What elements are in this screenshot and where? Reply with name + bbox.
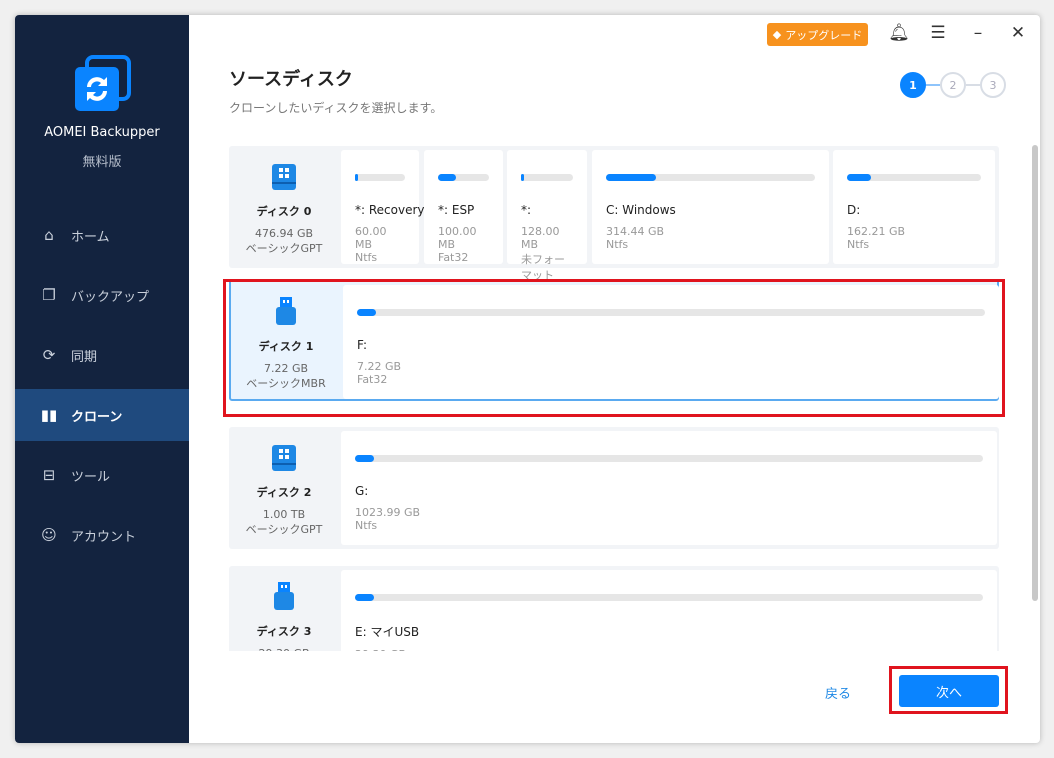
close-icon[interactable]: ✕ bbox=[1006, 23, 1030, 43]
sidebar: AOMEI Backupper 無料版 ⌂ ホーム ❐ バックアップ ⟳ 同期 ▮▮ ク… bbox=[15, 15, 189, 743]
partition-size: 60.00 MB bbox=[355, 225, 387, 251]
tools-icon: ⊟ bbox=[42, 466, 56, 484]
disk-info: ディスク 3 29.30 GB bbox=[229, 566, 339, 651]
partition-name: G: bbox=[355, 484, 369, 498]
partition-name: C: Windows bbox=[606, 203, 676, 217]
disk-row[interactable]: ディスク 3 29.30 GB E: マイUSB 29.30 GB bbox=[229, 566, 999, 651]
nav-label: アカウント bbox=[71, 529, 137, 545]
upgrade-label: アップグレード bbox=[785, 28, 863, 42]
usage-bar bbox=[355, 174, 405, 181]
back-button[interactable]: 戻る bbox=[825, 683, 851, 702]
disk-drive-icon bbox=[272, 164, 296, 190]
disk-row[interactable]: ディスク 2 1.00 TB ベーシックGPT G: 1023.99 GB Nt… bbox=[229, 427, 999, 549]
partition-size: 128.00 MB bbox=[521, 225, 560, 251]
usage-bar bbox=[355, 455, 983, 462]
partition-card[interactable]: G: 1023.99 GB Ntfs bbox=[341, 431, 997, 545]
partition-card[interactable]: D: 162.21 GB Ntfs bbox=[833, 150, 995, 264]
usage-bar bbox=[355, 594, 983, 601]
disk-info: ディスク 2 1.00 TB ベーシックGPT bbox=[229, 427, 339, 549]
sync-icon: ⟳ bbox=[42, 346, 56, 364]
app-logo-icon bbox=[75, 55, 131, 111]
disk-type: ベーシックGPT bbox=[245, 242, 323, 255]
nav-backup[interactable]: ❐ バックアップ bbox=[15, 269, 189, 321]
main-panel: ◆ アップグレード 🔔︎ ☰ – ✕ ソースディスク クローンしたいディスクを選択… bbox=[189, 15, 1040, 743]
nav-label: ホーム bbox=[71, 229, 110, 245]
partition-fs: Ntfs bbox=[847, 238, 870, 251]
upgrade-button[interactable]: ◆ アップグレード bbox=[767, 23, 868, 46]
partition-size: 314.44 GB bbox=[606, 225, 665, 238]
partition-size: 1023.99 GB bbox=[355, 506, 421, 519]
partition-fs: Fat32 bbox=[438, 251, 469, 264]
step-1: 1 bbox=[900, 72, 926, 98]
disk-row[interactable]: ディスク 0 476.94 GB ベーシックGPT *: Recovery 60… bbox=[229, 146, 999, 282]
disk-name: ディスク 0 bbox=[256, 205, 312, 218]
partition-size: 100.00 MB bbox=[438, 225, 477, 251]
nav-home[interactable]: ⌂ ホーム bbox=[15, 209, 189, 261]
disk-drive-icon bbox=[272, 445, 296, 471]
disk-name: ディスク 2 bbox=[256, 486, 312, 499]
menu-icon[interactable]: ☰ bbox=[926, 23, 950, 43]
disk-type: ベーシックGPT bbox=[245, 523, 323, 536]
partition-card[interactable]: *: ESP 100.00 MB Fat32 bbox=[424, 150, 503, 264]
partition-size: 162.21 GB bbox=[847, 225, 906, 238]
highlight-box bbox=[223, 279, 1005, 417]
disk-info: ディスク 0 476.94 GB ベーシックGPT bbox=[229, 146, 339, 268]
step-2: 2 bbox=[940, 72, 966, 98]
disk-size: 1.00 TB bbox=[262, 508, 306, 521]
nav-clone[interactable]: ▮▮ クローン bbox=[15, 389, 189, 441]
clone-icon: ▮▮ bbox=[40, 406, 58, 424]
partition-card[interactable]: *: Recovery 60.00 MB Ntfs bbox=[341, 150, 425, 264]
usb-drive-icon bbox=[274, 582, 294, 610]
usage-bar bbox=[521, 174, 573, 181]
usage-bar bbox=[847, 174, 981, 181]
partition-size: 29.30 GB bbox=[355, 648, 983, 651]
partition-fs: Ntfs bbox=[355, 519, 378, 532]
nav-account[interactable]: ☺ アカウント bbox=[15, 509, 189, 561]
partition-card[interactable]: *: 128.00 MB 未フォーマット bbox=[507, 150, 587, 282]
app-window: AOMEI Backupper 無料版 ⌂ ホーム ❐ バックアップ ⟳ 同期 ▮▮ ク… bbox=[15, 15, 1040, 743]
nav-sync[interactable]: ⟳ 同期 bbox=[15, 329, 189, 381]
nav-label: 同期 bbox=[71, 349, 98, 365]
backup-icon: ❐ bbox=[42, 286, 56, 304]
step-connector bbox=[926, 84, 940, 86]
partition-name: E: マイUSB bbox=[355, 625, 420, 639]
disk-name: ディスク 3 bbox=[256, 625, 312, 638]
partition-fs: Ntfs bbox=[355, 251, 378, 264]
diamond-icon: ◆ bbox=[772, 28, 782, 41]
account-icon: ☺ bbox=[41, 526, 57, 544]
partition-card[interactable]: C: Windows 314.44 GB Ntfs bbox=[592, 150, 829, 264]
nav-tools[interactable]: ⊟ ツール bbox=[15, 449, 189, 501]
page-subtitle: クローンしたいディスクを選択します。 bbox=[229, 101, 443, 115]
step-3: 3 bbox=[980, 72, 1006, 98]
partition-card[interactable]: E: マイUSB 29.30 GB bbox=[341, 570, 997, 651]
bell-icon[interactable]: 🔔︎ bbox=[887, 23, 911, 43]
highlight-box bbox=[889, 666, 1008, 714]
partition-name: *: bbox=[521, 203, 532, 217]
disk-size: 29.30 GB bbox=[229, 647, 339, 651]
partition-name: *: Recovery bbox=[355, 203, 425, 217]
usage-bar bbox=[606, 174, 815, 181]
nav-label: ツール bbox=[71, 469, 111, 485]
minimize-icon[interactable]: – bbox=[966, 23, 990, 43]
page-title: ソースディスク bbox=[229, 69, 353, 90]
partition-name: *: ESP bbox=[438, 203, 475, 217]
partition-fs: Ntfs bbox=[606, 238, 629, 251]
partition-name: D: bbox=[847, 203, 861, 217]
scrollbar[interactable] bbox=[1032, 145, 1038, 601]
app-edition: 無料版 bbox=[82, 155, 122, 170]
nav-label: クローン bbox=[71, 409, 123, 425]
app-name: AOMEI Backupper bbox=[44, 125, 160, 140]
usage-bar bbox=[438, 174, 489, 181]
nav-label: バックアップ bbox=[71, 289, 150, 305]
disk-size: 476.94 GB bbox=[254, 227, 314, 240]
step-connector bbox=[966, 84, 980, 86]
home-icon: ⌂ bbox=[44, 226, 54, 244]
